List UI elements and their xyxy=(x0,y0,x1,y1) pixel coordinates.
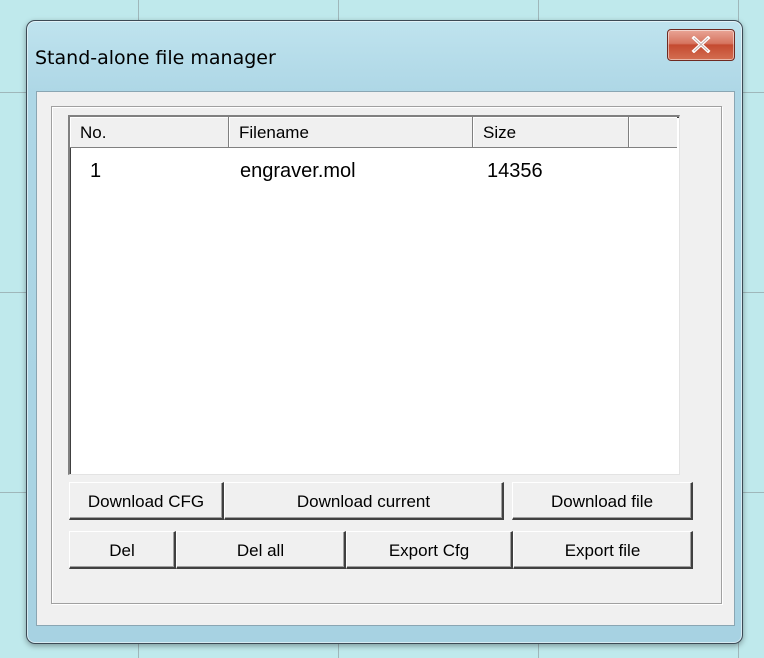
column-header-filler xyxy=(629,117,677,148)
window-title: Stand-alone file manager xyxy=(35,47,276,69)
file-manager-window: Stand-alone file manager No. Filename Si… xyxy=(26,20,743,644)
export-file-button[interactable]: Export file xyxy=(513,531,693,569)
download-file-button[interactable]: Download file xyxy=(512,482,693,520)
export-cfg-button[interactable]: Export Cfg xyxy=(346,531,513,569)
close-icon xyxy=(691,36,711,53)
column-header-filename[interactable]: Filename xyxy=(229,117,473,148)
del-button[interactable]: Del xyxy=(69,531,176,569)
close-button[interactable] xyxy=(667,29,735,61)
file-name: engraver.mol xyxy=(240,160,356,182)
column-header-no[interactable]: No. xyxy=(70,117,229,148)
column-header-size[interactable]: Size xyxy=(473,117,629,148)
download-current-button[interactable]: Download current xyxy=(224,482,504,520)
file-number: 1 xyxy=(90,160,102,182)
file-size: 14356 xyxy=(487,160,543,182)
dialog-client-area: No. Filename Size 1 engraver.mol 14356 D… xyxy=(36,91,735,626)
download-cfg-button[interactable]: Download CFG xyxy=(69,482,224,520)
list-item[interactable]: 1 engraver.mol 14356 xyxy=(70,153,679,189)
file-list[interactable]: No. Filename Size 1 engraver.mol 14356 xyxy=(68,115,680,475)
file-list-header: No. Filename Size xyxy=(70,117,679,150)
title-bar[interactable]: Stand-alone file manager xyxy=(27,21,742,91)
del-all-button[interactable]: Del all xyxy=(176,531,346,569)
